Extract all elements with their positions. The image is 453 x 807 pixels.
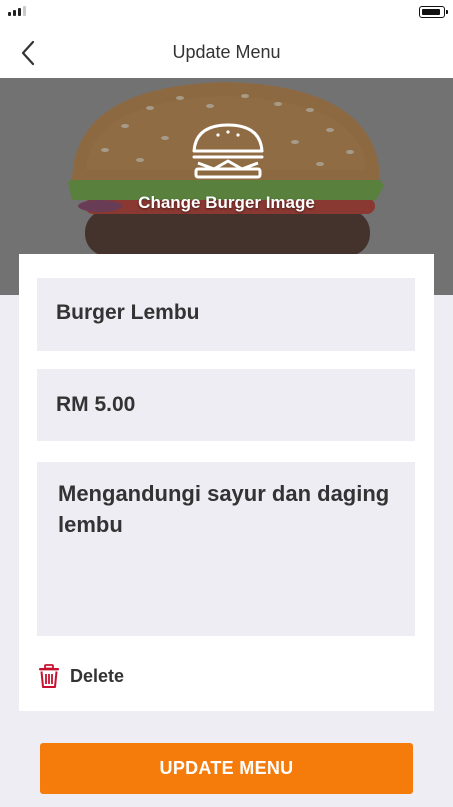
menu-price-input[interactable]: RM 5.00: [37, 369, 415, 441]
trash-icon: [39, 664, 59, 688]
burger-icon: [192, 123, 264, 179]
delete-button[interactable]: Delete: [38, 664, 124, 688]
signal-icon: [8, 6, 26, 16]
menu-name-input[interactable]: Burger Lembu: [37, 278, 415, 351]
status-bar: [0, 0, 453, 26]
update-menu-button[interactable]: UPDATE MENU: [40, 743, 413, 794]
change-image-label[interactable]: Change Burger Image: [0, 193, 453, 213]
battery-icon: [419, 6, 448, 18]
menu-form-card: Burger Lembu RM 5.00 Mengandungi sayur d…: [19, 254, 434, 711]
page-title: Update Menu: [172, 42, 281, 62]
menu-description-input[interactable]: Mengandungi sayur dan daging lembu: [37, 462, 415, 636]
delete-label: Delete: [70, 665, 125, 686]
header: Update Menu: [0, 26, 453, 78]
